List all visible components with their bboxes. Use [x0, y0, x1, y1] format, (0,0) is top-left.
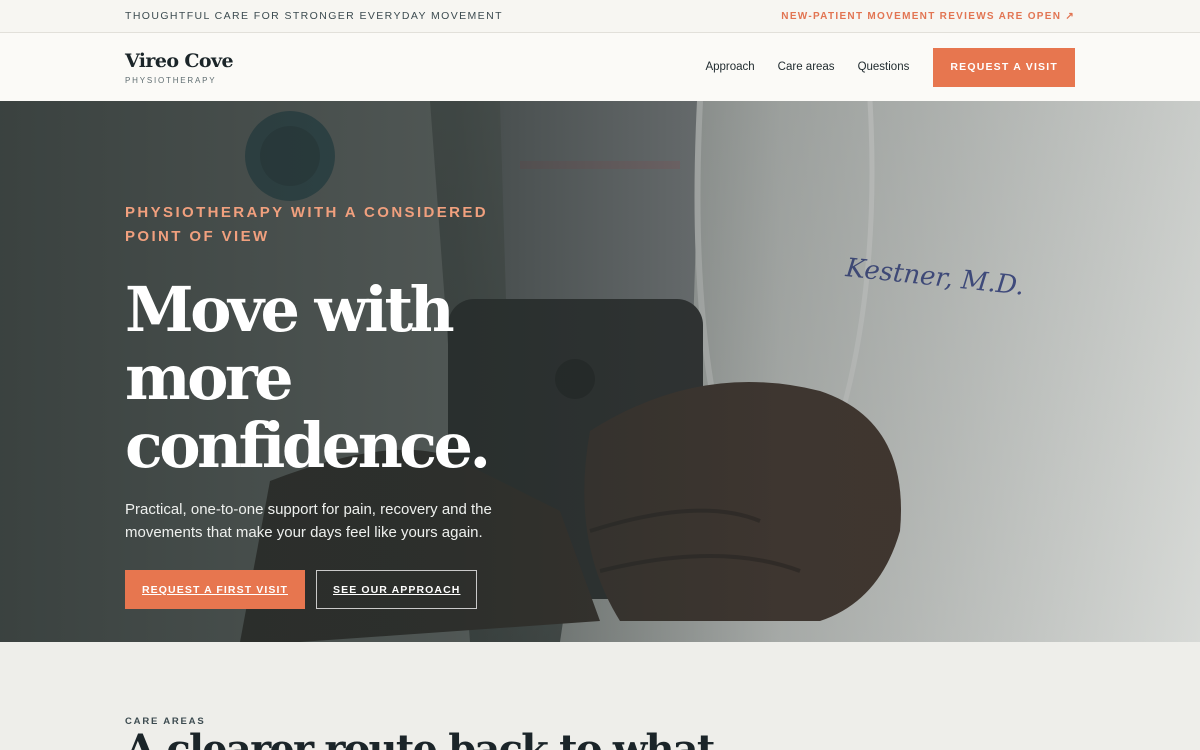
site-header: Vireo Cove PHYSIOTHERAPY Approach Care a… — [0, 33, 1200, 101]
hero: Kestner, M.D. PHYSIOTHERAPY WITH A CONSI… — [0, 101, 1200, 642]
care-areas-section: CARE AREAS A clearer route back to what — [0, 642, 1200, 750]
nav-approach[interactable]: Approach — [705, 61, 754, 73]
tagline: THOUGHTFUL CARE FOR STRONGER EVERYDAY MO… — [125, 10, 503, 22]
nav-care-areas[interactable]: Care areas — [778, 61, 835, 73]
request-visit-button[interactable]: REQUEST A VISIT — [933, 47, 1075, 87]
hero-content: PHYSIOTHERAPY WITH A CONSIDERED POINT OF… — [125, 201, 625, 609]
brand-logo[interactable]: Vireo Cove PHYSIOTHERAPY — [125, 49, 234, 85]
main-nav: Approach Care areas Questions REQUEST A … — [682, 47, 1075, 87]
section-title: A clearer route back to what — [125, 726, 715, 750]
brand-name: Vireo Cove — [125, 49, 234, 72]
hero-description: Practical, one-to-one support for pain, … — [125, 501, 492, 541]
see-approach-button[interactable]: SEE OUR APPROACH — [316, 570, 478, 609]
hero-eyebrow: PHYSIOTHERAPY WITH A CONSIDERED POINT OF… — [125, 204, 489, 245]
nav-questions[interactable]: Questions — [858, 61, 910, 73]
announcement-bar: THOUGHTFUL CARE FOR STRONGER EVERYDAY MO… — [0, 0, 1200, 33]
new-patient-notice-link[interactable]: NEW-PATIENT MOVEMENT REVIEWS ARE OPEN ↗ — [781, 11, 1075, 22]
brand-subtitle: PHYSIOTHERAPY — [125, 75, 217, 85]
hero-actions: REQUEST A FIRST VISIT SEE OUR APPROACH — [125, 570, 625, 609]
request-first-visit-button[interactable]: REQUEST A FIRST VISIT — [125, 570, 305, 609]
hero-headline: Move with more confidence. — [125, 273, 491, 482]
